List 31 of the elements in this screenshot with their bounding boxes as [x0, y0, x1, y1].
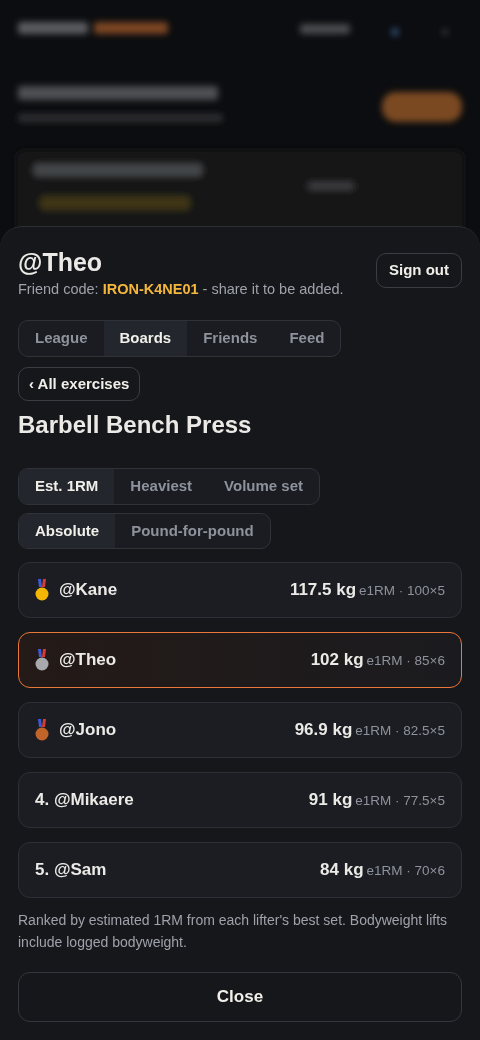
metric-toggle-option[interactable]: Volume set [208, 469, 319, 504]
lift-value: 102 kg [310, 649, 364, 672]
lift-detail: e1RM · 85×6 [366, 652, 445, 671]
lift-detail: e1RM · 77.5×5 [355, 792, 445, 811]
metric-toggle-option[interactable]: Heaviest [114, 469, 209, 504]
lift-value: 96.9 kg [294, 719, 353, 742]
lifter-name: @Theo [59, 649, 117, 672]
lifter-name: @Kane [59, 579, 118, 602]
close-button[interactable]: Close [18, 972, 462, 1022]
user-handle: @Theo [18, 249, 104, 277]
tab[interactable]: Friends [187, 321, 274, 356]
tab[interactable]: Feed [273, 321, 341, 356]
lift-detail: e1RM · 82.5×5 [355, 722, 445, 741]
lift-value: 84 kg [320, 859, 364, 882]
lift-detail: e1RM · 100×5 [359, 582, 445, 601]
friend-code-text: Friend code: IRON-K4NE01 - share it to be added. [18, 279, 344, 299]
scale-toggle-option[interactable]: Absolute [19, 513, 116, 549]
footnote-text: Ranked by estimated 1RM from each lifter's best set. Bodyweight lifts include logged bodyweight. [18, 911, 449, 952]
tab[interactable]: Boards [103, 321, 188, 356]
lift-value: 91 kg [308, 789, 353, 812]
exercise-title: Barbell Bench Press [18, 411, 253, 441]
lift-detail: e1RM · 70×6 [366, 862, 445, 881]
lifter-name: @Jono [59, 719, 117, 742]
metric-toggle-option[interactable]: Est. 1RM [19, 469, 115, 504]
lifter-name: 4. @Mikaere [35, 789, 134, 812]
scale-toggle-option[interactable]: Pound-for-pound [115, 513, 270, 549]
lift-value: 117.5 kg [289, 579, 357, 602]
back-link-button[interactable]: ‹ All exercises [18, 366, 141, 402]
tab[interactable]: League [19, 321, 104, 356]
lifter-name: 5. @Sam [35, 859, 107, 882]
sign-out-button[interactable]: Sign out [376, 253, 462, 288]
